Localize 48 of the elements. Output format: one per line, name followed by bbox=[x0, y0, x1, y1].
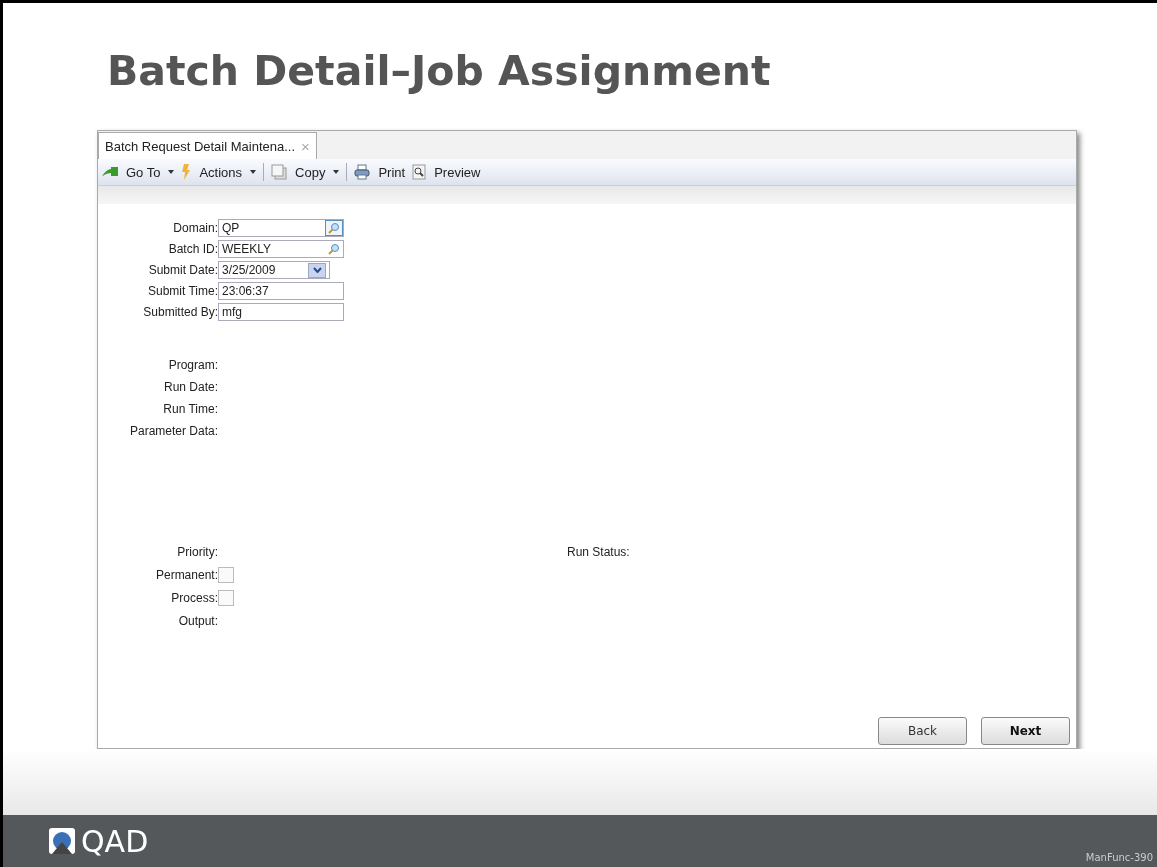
date-field[interactable]: 3/25/2009 bbox=[218, 261, 330, 279]
field-label: Program: bbox=[168, 358, 218, 372]
toolbar-button[interactable]: Preview bbox=[412, 164, 481, 180]
wizard-button[interactable]: Next bbox=[981, 717, 1070, 745]
field-label: Permanent: bbox=[155, 568, 218, 582]
logo: QAD bbox=[49, 823, 149, 859]
toolbar-button[interactable]: Go To bbox=[102, 164, 175, 180]
arrow-icon bbox=[102, 167, 118, 177]
field-label: Run Date: bbox=[163, 380, 218, 394]
slide-number: ManFunc-390 bbox=[1085, 852, 1153, 863]
field-value: 3/25/2009 bbox=[222, 263, 276, 277]
caret-icon bbox=[168, 170, 175, 174]
caret-icon bbox=[250, 170, 257, 174]
field-label: Domain: bbox=[173, 221, 218, 235]
lookup-field[interactable]: QP bbox=[218, 219, 344, 237]
toolbar-button[interactable]: Print bbox=[354, 164, 406, 180]
field-value: 23:06:37 bbox=[222, 284, 269, 298]
field-label: Submit Date: bbox=[148, 263, 218, 277]
field-label: Parameter Data: bbox=[129, 424, 218, 438]
field-value: QP bbox=[222, 221, 240, 235]
dropdown-icon[interactable] bbox=[308, 262, 326, 278]
field-label: Submit Time: bbox=[147, 284, 218, 298]
field-label: Process: bbox=[171, 591, 218, 605]
field-label: Submitted By: bbox=[143, 305, 218, 319]
search-icon[interactable] bbox=[325, 220, 343, 236]
field-label: Output: bbox=[178, 614, 218, 628]
toolbar-button[interactable]: Actions bbox=[181, 164, 257, 180]
checkbox[interactable] bbox=[218, 590, 234, 606]
preview-icon bbox=[412, 164, 427, 180]
printer-icon bbox=[354, 164, 371, 180]
field-label: Run Status: bbox=[567, 544, 630, 561]
lightning-icon bbox=[181, 164, 192, 180]
slide-title: Batch Detail–Job Assignment bbox=[107, 46, 772, 97]
field-label: Run Time: bbox=[163, 402, 218, 416]
field-label: Priority: bbox=[177, 545, 218, 559]
field-value: WEEKLY bbox=[222, 242, 272, 256]
caret-icon bbox=[333, 170, 340, 174]
checkbox[interactable] bbox=[218, 567, 234, 583]
toolbar-button[interactable]: Copy bbox=[271, 164, 340, 180]
document-tab[interactable]: Batch Request Detail Maintena... × bbox=[98, 132, 317, 159]
copy-icon bbox=[271, 164, 288, 180]
logo-icon bbox=[49, 828, 75, 854]
lookup-field[interactable]: WEEKLY bbox=[218, 240, 344, 258]
text-field[interactable]: 23:06:37 bbox=[218, 282, 344, 300]
field-value: mfg bbox=[222, 305, 242, 319]
field-label: Batch ID: bbox=[168, 242, 218, 256]
wizard-button[interactable]: Back bbox=[878, 717, 967, 745]
text-field[interactable]: mfg bbox=[218, 303, 344, 321]
